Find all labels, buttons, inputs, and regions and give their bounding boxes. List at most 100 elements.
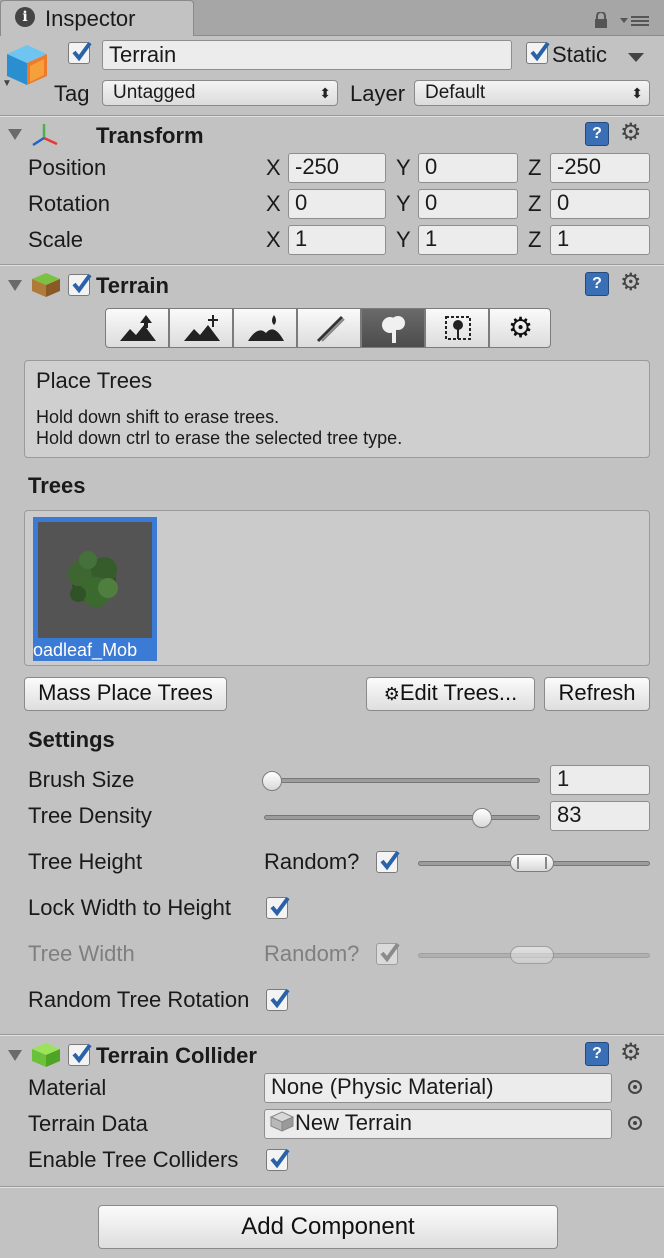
object-dropdown-icon[interactable]: ▼ [2,78,12,89]
tag-label: Tag [54,81,90,106]
terrain-enabled-checkbox[interactable] [68,273,92,296]
help-icon[interactable]: ? [585,122,609,146]
lock-width-checkbox[interactable] [266,896,290,919]
position-z-field[interactable]: -250 [550,153,650,183]
enable-tree-colliders-checkbox[interactable] [266,1148,290,1171]
place-trees-tool-button[interactable] [361,308,425,348]
tree-preview-image [38,522,152,638]
paint-details-tool-button[interactable] [425,308,489,348]
object-name-input[interactable]: Terrain [102,40,512,70]
terrain-data-value: New Terrain [295,1110,412,1135]
rotation-x-field[interactable]: 0 [288,189,386,219]
tree-density-label: Tree Density [28,803,152,828]
tree-density-field[interactable]: 83 [550,801,650,831]
edit-trees-button[interactable]: ⚙Edit Trees... [366,677,535,711]
scale-y-field[interactable]: 1 [418,225,518,255]
gear-icon[interactable]: ⚙ [620,121,642,145]
settings-icon: ⚙ [508,312,534,343]
static-label: Static [552,42,608,67]
inspector-tab[interactable]: i Inspector [0,0,194,36]
scale-label: Scale [28,227,84,252]
layer-label: Layer [350,81,406,106]
refresh-button[interactable]: Refresh [544,677,650,711]
tree-height-range-thumb[interactable] [510,854,554,872]
gear-icon: ⚙ [383,684,400,704]
transform-icon [30,122,60,153]
tree-width-random-label: Random? [264,941,360,966]
rotation-z-field[interactable]: 0 [550,189,650,219]
place-trees-icon [382,316,405,343]
static-dropdown-icon[interactable] [628,50,644,68]
smooth-height-icon [248,315,284,341]
position-x-field[interactable]: -250 [288,153,386,183]
position-label: Position [28,155,107,180]
updown-icon: ⬍ [631,85,643,101]
separator [0,116,664,117]
tree-list[interactable]: oadleaf_Mob [24,510,650,666]
rotation-y-axis[interactable]: Y [396,191,411,217]
tree-density-slider-thumb[interactable] [472,808,492,828]
static-checkbox[interactable] [526,41,550,64]
terrain-title: Terrain [96,273,169,298]
tab-title: Inspector [45,6,136,31]
transform-foldout-icon[interactable] [8,129,22,140]
lock-icon[interactable] [594,11,608,28]
paint-texture-tool-button[interactable] [297,308,361,348]
scale-z-field[interactable]: 1 [550,225,650,255]
paint-height-tool-button[interactable] [169,308,233,348]
brush-size-field[interactable]: 1 [550,765,650,795]
separator [0,1187,664,1188]
position-z-axis[interactable]: Z [528,155,541,181]
rotation-y-field[interactable]: 0 [418,189,518,219]
position-y-field[interactable]: 0 [418,153,518,183]
random-rotation-checkbox[interactable] [266,988,290,1011]
position-x-axis[interactable]: X [266,155,281,181]
help-title: Place Trees [36,368,153,393]
collider-enabled-checkbox[interactable] [68,1043,92,1066]
layer-dropdown[interactable]: Default ⬍ [414,80,650,106]
tree-density-slider-track[interactable] [264,815,540,820]
tree-height-random-label: Random? [264,849,360,874]
object-active-checkbox[interactable] [68,41,92,64]
scale-z-axis[interactable]: Z [528,227,541,253]
terrain-data-object-field[interactable]: New Terrain [264,1109,612,1139]
brush-size-slider-thumb[interactable] [262,771,282,791]
tag-dropdown[interactable]: Untagged ⬍ [102,80,338,106]
scale-x-axis[interactable]: X [266,227,281,253]
tree-item-label: oadleaf_Mob [33,640,138,660]
position-y-axis[interactable]: Y [396,155,411,181]
range-handle-icon [517,857,519,869]
object-picker-icon[interactable] [628,1116,642,1130]
scale-x-field[interactable]: 1 [288,225,386,255]
separator [0,265,664,266]
tree-item[interactable]: oadleaf_Mob [33,517,157,661]
terrain-settings-tool-button[interactable]: ⚙ [489,308,551,348]
range-handle-icon [545,857,547,869]
mass-place-trees-button[interactable]: Mass Place Trees [24,677,227,711]
help-line-2: Hold down ctrl to erase the selected tre… [36,428,403,448]
help-icon[interactable]: ? [585,1042,609,1066]
material-object-field[interactable]: None (Physic Material) [264,1073,612,1103]
collider-component-icon [30,1041,62,1074]
tab-menu-icon[interactable] [620,14,650,33]
gear-icon[interactable]: ⚙ [620,271,642,295]
object-picker-icon[interactable] [628,1080,642,1094]
layer-value: Default [425,82,486,103]
collider-foldout-icon[interactable] [8,1050,22,1061]
help-icon[interactable]: ? [585,272,609,296]
tree-height-random-checkbox[interactable] [376,850,400,873]
raise-lower-tool-button[interactable] [105,308,169,348]
paint-details-icon [445,316,471,340]
scale-y-axis[interactable]: Y [396,227,411,253]
tree-height-label: Tree Height [28,849,143,874]
smooth-height-tool-button[interactable] [233,308,297,348]
rotation-x-axis[interactable]: X [266,191,281,217]
tree-width-range-thumb [510,946,554,964]
terrain-foldout-icon[interactable] [8,280,22,291]
rotation-z-axis[interactable]: Z [528,191,541,217]
add-component-button[interactable]: Add Component [98,1205,558,1249]
raise-lower-icon [120,315,156,341]
transform-title: Transform [96,123,204,148]
brush-size-slider-track[interactable] [264,778,540,783]
gear-icon[interactable]: ⚙ [620,1041,642,1065]
